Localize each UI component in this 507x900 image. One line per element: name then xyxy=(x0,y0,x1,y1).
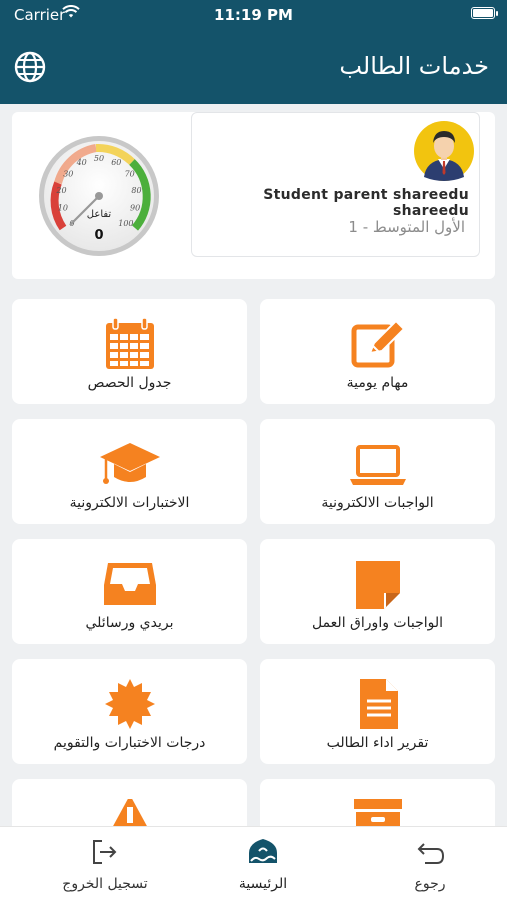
tile-label: تقرير اداء الطالب xyxy=(326,735,429,751)
logout-icon xyxy=(93,840,117,864)
status-bar: Carrier 11:19 PM xyxy=(0,0,507,30)
edit-icon xyxy=(351,319,405,368)
tile-label: الواجبات الالكترونية xyxy=(321,495,434,511)
back-icon xyxy=(417,843,445,864)
clock: 11:19 PM xyxy=(214,6,293,24)
calendar-icon xyxy=(105,317,154,369)
logout-button[interactable]: تسجيل الخروج xyxy=(40,827,170,900)
tile-daily-tasks[interactable]: مهام يومية xyxy=(260,299,495,404)
tile-electronic-exams[interactable]: الاختبارات الالكترونية xyxy=(12,419,247,524)
gauge-tick-label: 60 xyxy=(111,158,121,167)
laptop-icon xyxy=(349,445,406,485)
bottom-nav: تسجيل الخروج الرئيسية رجوع xyxy=(0,826,507,900)
back-button[interactable]: رجوع xyxy=(390,827,470,900)
tile-exam-grades[interactable]: درجات الاختبارات والتقويم xyxy=(12,659,247,764)
app-header: خدمات الطالب xyxy=(0,30,507,104)
back-label: رجوع xyxy=(414,876,446,892)
gauge-tick-label: 40 xyxy=(76,158,87,167)
tile-warning[interactable] xyxy=(12,779,247,826)
gauge-tick-label: 10 xyxy=(58,204,68,213)
battery-icon xyxy=(471,7,498,19)
document-icon xyxy=(359,679,398,729)
home-button[interactable]: الرئيسية xyxy=(218,827,308,900)
tile-label: درجات الاختبارات والتقويم xyxy=(53,735,206,751)
gauge-tick-label: 30 xyxy=(63,170,73,179)
home-icon xyxy=(249,839,277,863)
tile-student-performance-report[interactable]: تقرير اداء الطالب xyxy=(260,659,495,764)
student-grade: الأول المتوسط - 1 xyxy=(348,218,465,236)
gauge-tick-label: 50 xyxy=(94,154,104,163)
gauge-tick-label: 100 xyxy=(118,219,133,228)
tile-label: مهام يومية xyxy=(346,375,409,391)
globe-icon[interactable] xyxy=(13,50,47,84)
sticky-note-icon xyxy=(355,561,400,609)
tile-homework-worksheets[interactable]: الواجبات واوراق العمل xyxy=(260,539,495,644)
logout-label: تسجيل الخروج xyxy=(62,876,148,892)
tile-label: بريدي ورسائلي xyxy=(85,615,174,631)
gauge-tick-label: 80 xyxy=(131,186,141,195)
badge-icon xyxy=(104,679,155,729)
tile-archive[interactable] xyxy=(260,779,495,826)
avatar xyxy=(414,121,474,181)
student-name: Student parent shareedu shareedu xyxy=(263,187,469,219)
gauge-tick-label: 90 xyxy=(130,204,140,213)
tile-label: جدول الحصص xyxy=(87,375,172,391)
home-label: الرئيسية xyxy=(238,876,288,892)
graduation-cap-icon xyxy=(99,443,160,484)
gauge-value: 0 xyxy=(94,228,103,243)
archive-icon xyxy=(353,799,402,826)
tile-class-schedule[interactable]: جدول الحصص xyxy=(12,299,247,404)
tile-electronic-homework[interactable]: الواجبات الالكترونية xyxy=(260,419,495,524)
gauge-label: تفاعل xyxy=(87,209,112,220)
warning-icon xyxy=(112,799,147,826)
gauge-tick-label: 20 xyxy=(55,186,66,195)
page-title: خدمات الطالب xyxy=(339,52,489,80)
tile-label: الواجبات واوراق العمل xyxy=(311,615,444,631)
engagement-gauge: 0102030405060708090100 تفاعل 0 xyxy=(39,136,159,256)
inbox-icon xyxy=(103,563,156,605)
tile-my-mail[interactable]: بريدي ورسائلي xyxy=(12,539,247,644)
gauge-tick-label: 70 xyxy=(125,170,135,179)
tile-label: الاختبارات الالكترونية xyxy=(69,495,190,511)
